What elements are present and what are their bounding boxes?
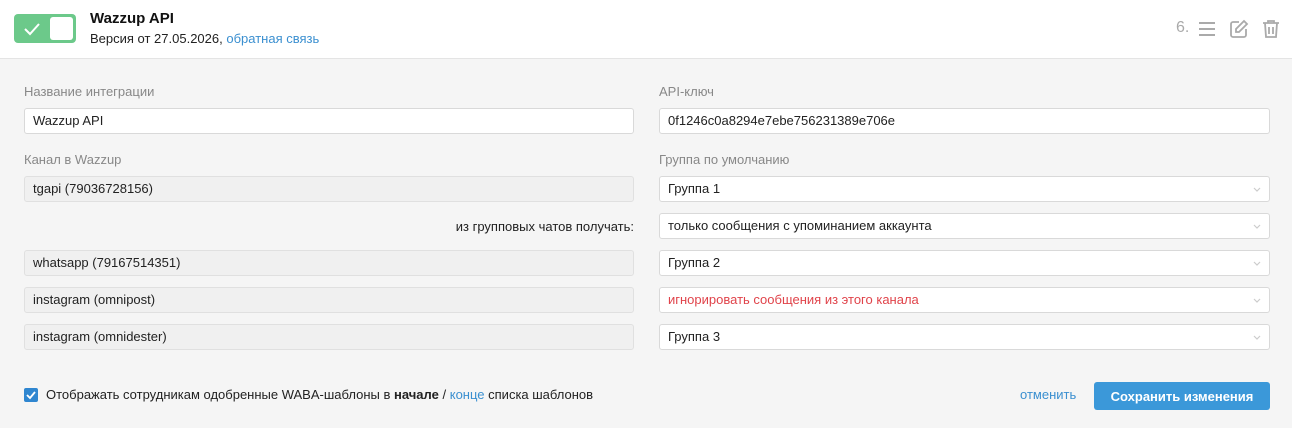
group-select[interactable]: Группа 1 <box>659 176 1270 202</box>
trash-icon[interactable] <box>1260 18 1282 40</box>
default-group-label: Группа по умолчанию <box>659 152 790 167</box>
channel-field: instagram (omnidester) <box>24 324 634 350</box>
version-line: Версия от 27.05.2026, обратная связь <box>90 31 319 46</box>
group-select[interactable]: игнорировать сообщения из этого канала <box>659 287 1270 313</box>
group-chats-label: из групповых чатов получать: <box>455 219 634 234</box>
menu-icon[interactable] <box>1196 18 1218 40</box>
chevron-down-icon <box>1253 335 1261 340</box>
integration-title: Wazzup API <box>90 10 174 27</box>
position-separator: / <box>442 387 447 402</box>
channel-field: tgapi (79036728156) <box>24 176 634 202</box>
position-start-option: начале <box>394 387 439 402</box>
channel-label: Канал в Wazzup <box>24 152 122 167</box>
group-chats-select[interactable]: только сообщения с упоминанием аккаунта <box>659 213 1270 239</box>
group-select[interactable]: Группа 2 <box>659 250 1270 276</box>
group-select[interactable]: Группа 3 <box>659 324 1270 350</box>
chevron-down-icon <box>1253 224 1261 229</box>
integration-header: Wazzup API Версия от 27.05.2026, обратна… <box>0 0 1292 59</box>
edit-icon[interactable] <box>1228 18 1250 40</box>
save-changes-button[interactable]: Сохранить изменения <box>1094 382 1270 410</box>
group-select-value: Группа 1 <box>668 181 721 196</box>
group-select-value: Группа 2 <box>668 255 721 270</box>
group-select-value: Группа 3 <box>668 329 721 344</box>
channel-field: whatsapp (79167514351) <box>24 250 634 276</box>
api-key-input[interactable]: 0f1246c0a8294e7ebe756231389e706e <box>659 108 1270 134</box>
check-icon <box>26 391 36 400</box>
waba-templates-checkbox[interactable] <box>24 388 38 402</box>
waba-text-after: списка шаблонов <box>488 387 594 402</box>
chevron-down-icon <box>1253 261 1261 266</box>
toggle-knob <box>50 17 73 40</box>
group-chats-select-value: только сообщения с упоминанием аккаунта <box>668 218 932 233</box>
position-end-link[interactable]: конце <box>450 387 485 402</box>
chevron-down-icon <box>1253 298 1261 303</box>
version-text: Версия от 27.05.2026, <box>90 31 223 46</box>
feedback-link[interactable]: обратная связь <box>226 31 319 46</box>
cancel-button[interactable]: отменить <box>1020 387 1076 402</box>
api-key-label: API-ключ <box>659 84 714 99</box>
waba-templates-text: Отображать сотрудникам одобренные WABA-ш… <box>46 387 593 402</box>
check-icon <box>24 23 40 36</box>
integration-toggle[interactable] <box>14 14 76 43</box>
chevron-down-icon <box>1253 187 1261 192</box>
group-select-value: игнорировать сообщения из этого канала <box>668 292 919 307</box>
order-number: 6. <box>1176 19 1190 36</box>
integration-name-input[interactable]: Wazzup API <box>24 108 634 134</box>
integration-name-label: Название интеграции <box>24 84 155 99</box>
channel-field: instagram (omnipost) <box>24 287 634 313</box>
waba-text-before: Отображать сотрудникам одобренные WABA-ш… <box>46 387 391 402</box>
